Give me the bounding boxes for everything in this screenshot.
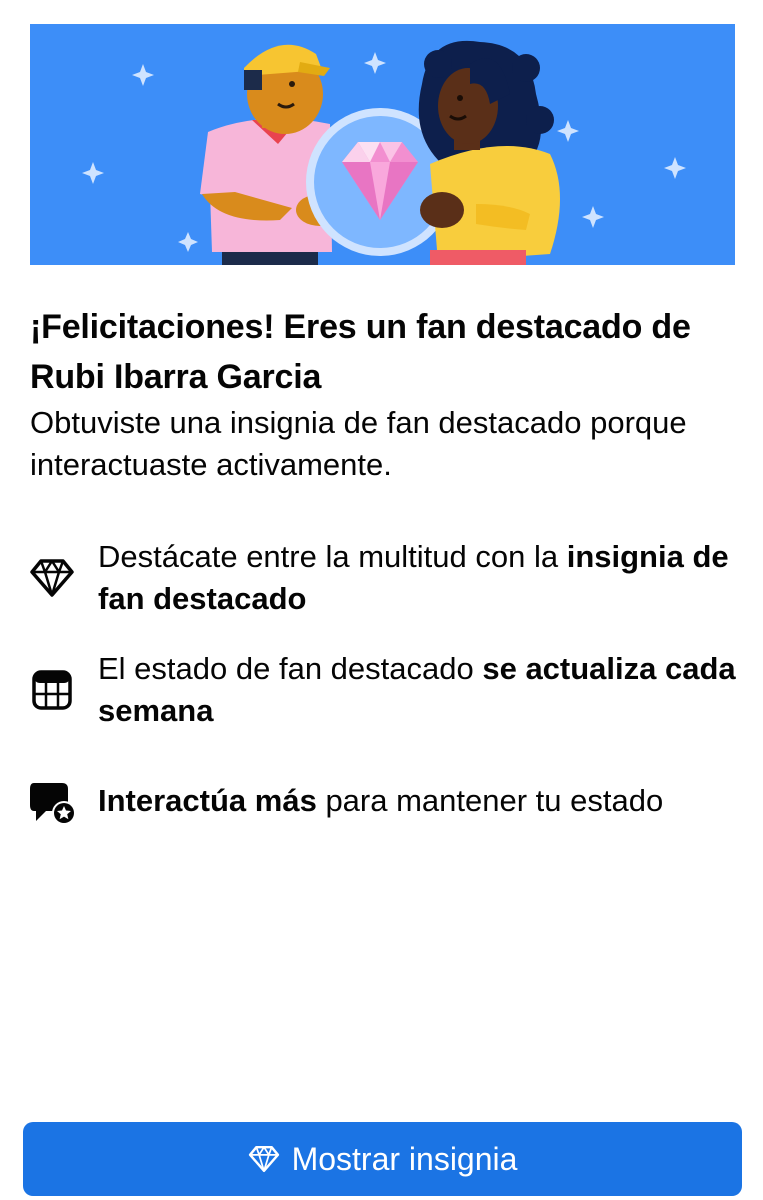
show-badge-label: Mostrar insignia: [291, 1140, 518, 1177]
diamond-icon: [248, 1142, 282, 1176]
banner-illustration: [30, 24, 735, 265]
chat-star-icon: [28, 780, 76, 828]
page-subtitle: Obtuviste una insignia de fan destacado …: [30, 405, 687, 482]
feature-text: El estado de fan destacado se actualiza …: [98, 651, 736, 728]
top-fan-badge-screen: ¡Felicitaciones! Eres un fan destacado d…: [0, 0, 763, 1200]
fans-illustration: [82, 40, 686, 265]
person-right: [418, 40, 560, 265]
page-title: ¡Felicitaciones! Eres un fan destacado d…: [30, 308, 691, 396]
show-badge-button[interactable]: Mostrar insignia: [23, 1122, 742, 1196]
feature-text: Destácate entre la multitud con la insig…: [98, 539, 729, 616]
feature-badge: Destácate entre la multitud con la insig…: [28, 536, 740, 620]
diamond-icon: [28, 554, 76, 602]
feature-engage: Interactúa más para mantener tu estado: [28, 780, 740, 828]
calendar-icon: [28, 666, 76, 714]
feature-text: Interactúa más para mantener tu estado: [98, 783, 664, 818]
feature-weekly-update: El estado de fan destacado se actualiza …: [28, 648, 740, 732]
